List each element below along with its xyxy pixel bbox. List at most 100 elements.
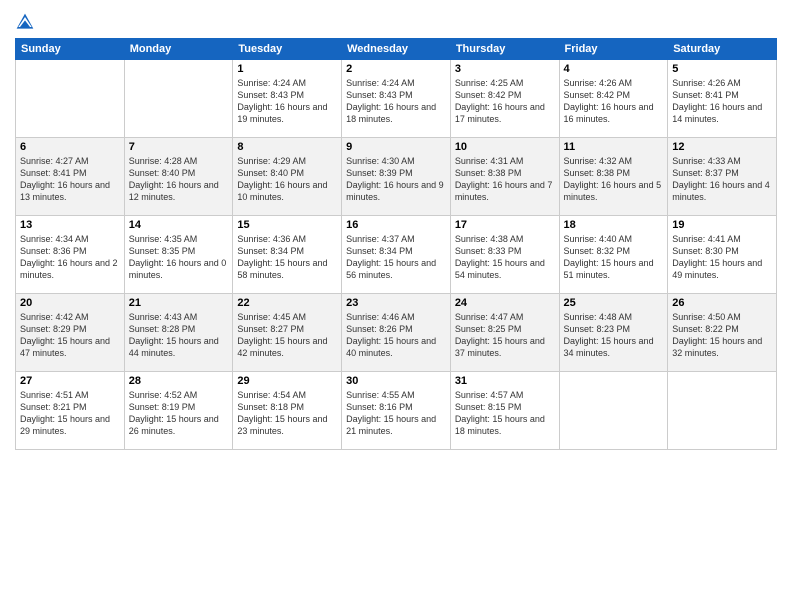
day-detail: Sunrise: 4:46 AM Sunset: 8:26 PM Dayligh… <box>346 311 446 360</box>
day-detail: Sunrise: 4:30 AM Sunset: 8:39 PM Dayligh… <box>346 155 446 204</box>
day-detail: Sunrise: 4:31 AM Sunset: 8:38 PM Dayligh… <box>455 155 555 204</box>
day-detail: Sunrise: 4:26 AM Sunset: 8:41 PM Dayligh… <box>672 77 772 126</box>
day-detail: Sunrise: 4:34 AM Sunset: 8:36 PM Dayligh… <box>20 233 120 282</box>
day-number: 26 <box>672 297 772 309</box>
day-detail: Sunrise: 4:36 AM Sunset: 8:34 PM Dayligh… <box>237 233 337 282</box>
day-detail: Sunrise: 4:48 AM Sunset: 8:23 PM Dayligh… <box>564 311 664 360</box>
week-row-1: 6 Sunrise: 4:27 AM Sunset: 8:41 PM Daylig… <box>16 138 777 216</box>
day-number: 8 <box>237 141 337 153</box>
cell-1-5: 11 Sunrise: 4:32 AM Sunset: 8:38 PM Dayli… <box>559 138 668 216</box>
day-detail: Sunrise: 4:38 AM Sunset: 8:33 PM Dayligh… <box>455 233 555 282</box>
day-detail: Sunrise: 4:26 AM Sunset: 8:42 PM Dayligh… <box>564 77 664 126</box>
cell-2-5: 18 Sunrise: 4:40 AM Sunset: 8:32 PM Dayli… <box>559 216 668 294</box>
day-detail: Sunrise: 4:32 AM Sunset: 8:38 PM Dayligh… <box>564 155 664 204</box>
cell-0-5: 4Sunrise: 4:26 AM Sunset: 8:42 PM Daylig… <box>559 60 668 138</box>
day-number: 10 <box>455 141 555 153</box>
day-detail: Sunrise: 4:54 AM Sunset: 8:18 PM Dayligh… <box>237 389 337 438</box>
cell-4-3: 30 Sunrise: 4:55 AM Sunset: 8:16 PM Dayli… <box>342 372 451 450</box>
day-detail: Sunrise: 4:43 AM Sunset: 8:28 PM Dayligh… <box>129 311 229 360</box>
cell-1-3: 9 Sunrise: 4:30 AM Sunset: 8:39 PM Daylig… <box>342 138 451 216</box>
day-number: 7 <box>129 141 229 153</box>
cell-3-5: 25 Sunrise: 4:48 AM Sunset: 8:23 PM Dayli… <box>559 294 668 372</box>
logo <box>15 10 39 30</box>
cell-2-4: 17Sunrise: 4:38 AM Sunset: 8:33 PM Dayli… <box>450 216 559 294</box>
day-number: 16 <box>346 219 446 231</box>
cell-3-3: 23 Sunrise: 4:46 AM Sunset: 8:26 PM Dayli… <box>342 294 451 372</box>
day-detail: Sunrise: 4:42 AM Sunset: 8:29 PM Dayligh… <box>20 311 120 360</box>
cell-1-6: 12 Sunrise: 4:33 AM Sunset: 8:37 PM Dayli… <box>668 138 777 216</box>
header <box>15 10 777 30</box>
cell-4-2: 29Sunrise: 4:54 AM Sunset: 8:18 PM Dayli… <box>233 372 342 450</box>
day-detail: Sunrise: 4:33 AM Sunset: 8:37 PM Dayligh… <box>672 155 772 204</box>
day-detail: Sunrise: 4:55 AM Sunset: 8:16 PM Dayligh… <box>346 389 446 438</box>
cell-3-0: 20 Sunrise: 4:42 AM Sunset: 8:29 PM Dayli… <box>16 294 125 372</box>
day-detail: Sunrise: 4:24 AM Sunset: 8:43 PM Dayligh… <box>346 77 446 126</box>
day-number: 27 <box>20 375 120 387</box>
cell-4-0: 27 Sunrise: 4:51 AM Sunset: 8:21 PM Dayli… <box>16 372 125 450</box>
day-number: 2 <box>346 63 446 75</box>
cell-1-2: 8 Sunrise: 4:29 AM Sunset: 8:40 PM Daylig… <box>233 138 342 216</box>
cell-4-4: 31Sunrise: 4:57 AM Sunset: 8:15 PM Dayli… <box>450 372 559 450</box>
day-detail: Sunrise: 4:29 AM Sunset: 8:40 PM Dayligh… <box>237 155 337 204</box>
week-row-2: 13 Sunrise: 4:34 AM Sunset: 8:36 PM Dayli… <box>16 216 777 294</box>
day-number: 9 <box>346 141 446 153</box>
cell-2-0: 13 Sunrise: 4:34 AM Sunset: 8:36 PM Dayli… <box>16 216 125 294</box>
day-number: 11 <box>564 141 664 153</box>
day-number: 23 <box>346 297 446 309</box>
cell-1-1: 7Sunrise: 4:28 AM Sunset: 8:40 PM Daylig… <box>124 138 233 216</box>
th-thursday: Thursday <box>450 39 559 60</box>
day-number: 12 <box>672 141 772 153</box>
cell-3-1: 21 Sunrise: 4:43 AM Sunset: 8:28 PM Dayli… <box>124 294 233 372</box>
day-number: 18 <box>564 219 664 231</box>
week-row-3: 20 Sunrise: 4:42 AM Sunset: 8:29 PM Dayli… <box>16 294 777 372</box>
week-row-0: 1 Sunrise: 4:24 AM Sunset: 8:43 PM Daylig… <box>16 60 777 138</box>
day-number: 28 <box>129 375 229 387</box>
day-detail: Sunrise: 4:52 AM Sunset: 8:19 PM Dayligh… <box>129 389 229 438</box>
day-number: 25 <box>564 297 664 309</box>
th-friday: Friday <box>559 39 668 60</box>
page: Sunday Monday Tuesday Wednesday Thursday… <box>0 0 792 612</box>
day-detail: Sunrise: 4:50 AM Sunset: 8:22 PM Dayligh… <box>672 311 772 360</box>
day-detail: Sunrise: 4:25 AM Sunset: 8:42 PM Dayligh… <box>455 77 555 126</box>
th-saturday: Saturday <box>668 39 777 60</box>
day-number: 20 <box>20 297 120 309</box>
day-number: 3 <box>455 63 555 75</box>
weekday-header-row: Sunday Monday Tuesday Wednesday Thursday… <box>16 39 777 60</box>
cell-4-6 <box>668 372 777 450</box>
day-number: 14 <box>129 219 229 231</box>
day-detail: Sunrise: 4:24 AM Sunset: 8:43 PM Dayligh… <box>237 77 337 126</box>
day-number: 24 <box>455 297 555 309</box>
th-wednesday: Wednesday <box>342 39 451 60</box>
cell-4-1: 28 Sunrise: 4:52 AM Sunset: 8:19 PM Dayli… <box>124 372 233 450</box>
cell-1-0: 6 Sunrise: 4:27 AM Sunset: 8:41 PM Daylig… <box>16 138 125 216</box>
day-detail: Sunrise: 4:35 AM Sunset: 8:35 PM Dayligh… <box>129 233 229 282</box>
cell-0-0 <box>16 60 125 138</box>
th-sunday: Sunday <box>16 39 125 60</box>
cell-2-2: 15 Sunrise: 4:36 AM Sunset: 8:34 PM Dayli… <box>233 216 342 294</box>
day-number: 30 <box>346 375 446 387</box>
cell-0-4: 3 Sunrise: 4:25 AM Sunset: 8:42 PM Daylig… <box>450 60 559 138</box>
cell-3-6: 26 Sunrise: 4:50 AM Sunset: 8:22 PM Dayli… <box>668 294 777 372</box>
cell-2-6: 19 Sunrise: 4:41 AM Sunset: 8:30 PM Dayli… <box>668 216 777 294</box>
cell-2-1: 14 Sunrise: 4:35 AM Sunset: 8:35 PM Dayli… <box>124 216 233 294</box>
day-number: 19 <box>672 219 772 231</box>
day-detail: Sunrise: 4:41 AM Sunset: 8:30 PM Dayligh… <box>672 233 772 282</box>
day-number: 6 <box>20 141 120 153</box>
day-number: 15 <box>237 219 337 231</box>
week-row-4: 27 Sunrise: 4:51 AM Sunset: 8:21 PM Dayli… <box>16 372 777 450</box>
day-detail: Sunrise: 4:45 AM Sunset: 8:27 PM Dayligh… <box>237 311 337 360</box>
logo-icon <box>15 12 35 32</box>
cell-0-1 <box>124 60 233 138</box>
day-detail: Sunrise: 4:51 AM Sunset: 8:21 PM Dayligh… <box>20 389 120 438</box>
cell-3-2: 22Sunrise: 4:45 AM Sunset: 8:27 PM Dayli… <box>233 294 342 372</box>
cell-1-4: 10 Sunrise: 4:31 AM Sunset: 8:38 PM Dayli… <box>450 138 559 216</box>
day-detail: Sunrise: 4:40 AM Sunset: 8:32 PM Dayligh… <box>564 233 664 282</box>
day-number: 1 <box>237 63 337 75</box>
day-number: 13 <box>20 219 120 231</box>
th-tuesday: Tuesday <box>233 39 342 60</box>
calendar: Sunday Monday Tuesday Wednesday Thursday… <box>15 38 777 450</box>
day-detail: Sunrise: 4:27 AM Sunset: 8:41 PM Dayligh… <box>20 155 120 204</box>
day-number: 5 <box>672 63 772 75</box>
cell-0-6: 5 Sunrise: 4:26 AM Sunset: 8:41 PM Daylig… <box>668 60 777 138</box>
day-number: 21 <box>129 297 229 309</box>
